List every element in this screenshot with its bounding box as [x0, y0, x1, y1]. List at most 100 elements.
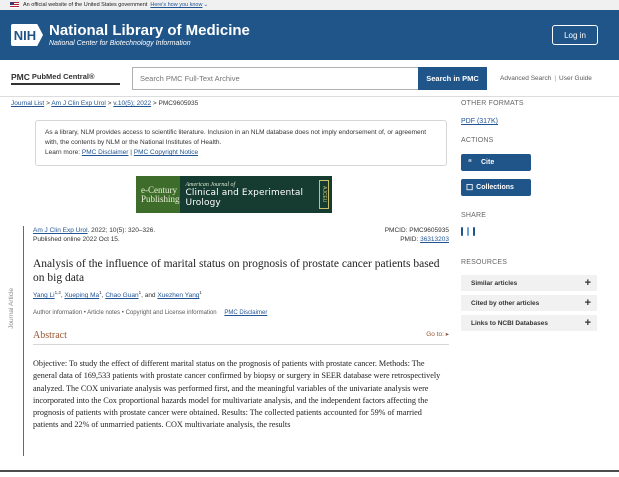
resources-heading: RESOURCES [461, 259, 508, 266]
published-row: Published online 2022 Oct 15. PMID: 3631… [33, 235, 449, 244]
gov-banner: An official website of the United States… [0, 0, 619, 10]
breadcrumb: Journal List > Am J Clin Exp Urol > v.10… [11, 98, 449, 110]
right-sidebar: OTHER FORMATS PDF (317K) ACTIONS “ Cite … [461, 100, 601, 331]
linkedin-icon[interactable] [473, 227, 475, 236]
pmc-copyright-link[interactable]: PMC Copyright Notice [134, 149, 198, 156]
nlm-disclaimer-box: As a library, NLM provides access to sci… [35, 120, 447, 166]
abstract-header: Abstract Go to: ▸ [33, 330, 449, 346]
plus-icon: + [584, 297, 591, 309]
nih-header: NIH National Library of Medicine Nationa… [0, 10, 619, 60]
pdf-link[interactable]: PDF (317K) [461, 118, 601, 125]
author-list: Yang Li1,2, Xueping Ma1, Chao Guan1, and… [33, 290, 202, 300]
heres-how-you-know-link[interactable]: Here's how you know [150, 2, 202, 8]
author-affiliation: 1 [199, 290, 202, 295]
resource-label: Similar articles [471, 279, 518, 287]
article-info-row: Author information • Article notes • Cop… [33, 310, 449, 316]
author-affiliation: 1 [138, 290, 142, 295]
ncbi-links-item[interactable]: Links to NCBI Databases + [461, 315, 597, 331]
quote-icon: “ [468, 158, 472, 167]
divider: | [130, 149, 132, 156]
bookmark-icon: ☐ [466, 183, 474, 192]
login-button[interactable]: Log in [552, 25, 598, 45]
breadcrumb-separator: > [46, 100, 50, 107]
search-links: Advanced Search | User Guide [500, 75, 592, 82]
author-link[interactable]: Xueping Ma [64, 292, 99, 299]
journal-link[interactable]: Am J Clin Exp Urol [33, 227, 88, 234]
cite-label: Cite [481, 159, 495, 166]
chevron-down-icon[interactable]: ⌄ [203, 2, 208, 8]
article-title: Analysis of the influence of marital sta… [33, 258, 440, 284]
pmc-logo-text: PubMed Central® [31, 72, 95, 81]
pmid-label: PMID: [400, 236, 421, 243]
abstract-text: Objective: To study the effect of differ… [33, 359, 441, 430]
breadcrumb-volume[interactable]: v.10(5); 2022 [113, 100, 151, 107]
ncbi-subtitle: National Center for Biotechnology Inform… [49, 39, 191, 47]
pmc-logo-badge: PMC [11, 71, 30, 82]
author-affiliation: 1 [99, 290, 102, 295]
journal-name-big: Clinical and Experimental Urology [185, 187, 304, 208]
pmc-disclaimer-link[interactable]: PMC Disclaimer [82, 149, 129, 156]
breadcrumb-current: PMC9605935 [158, 100, 199, 107]
window-bottom-edge [0, 470, 619, 472]
resource-label: Links to NCBI Databases [471, 319, 548, 327]
share-icons [461, 227, 601, 236]
publisher-logo-line2: Publishing [141, 193, 180, 204]
journal-abbrev-badge: AJCEU [319, 180, 329, 209]
pmc-search-bar: PMC PubMed Central® Search in PMC Advanc… [0, 60, 619, 97]
share-heading: SHARE [461, 212, 487, 219]
twitter-icon[interactable] [467, 227, 469, 236]
user-guide-link[interactable]: User Guide [559, 75, 592, 82]
collections-button[interactable]: ☐ Collections [461, 179, 531, 196]
journal-name: American Journal of Clinical and Experim… [180, 182, 332, 208]
similar-articles-item[interactable]: Similar articles + [461, 275, 597, 291]
citation: Am J Clin Exp Urol. 2022; 10(5): 320–326… [33, 226, 155, 235]
article-side-rule [23, 226, 24, 456]
pmid: PMID: 36313203 [400, 235, 449, 244]
plus-icon: + [584, 277, 591, 289]
goto-menu[interactable]: Go to: ▸ [426, 330, 449, 341]
journal-banner[interactable]: e-Century Publishing American Journal of… [136, 176, 332, 213]
publisher-logo: e-Century Publishing [136, 176, 180, 213]
author-and: and [144, 292, 156, 300]
resource-label: Cited by other articles [471, 299, 540, 307]
pmc-logo[interactable]: PMC PubMed Central® [11, 71, 120, 85]
us-flag-icon [10, 2, 19, 8]
breadcrumb-separator: > [107, 100, 112, 107]
gov-banner-text: An official website of the United States… [23, 2, 148, 8]
facebook-icon[interactable] [461, 227, 463, 236]
main-content: Journal List > Am J Clin Exp Urol > v.10… [8, 98, 449, 456]
collections-label: Collections [476, 184, 514, 191]
search-input[interactable] [132, 66, 418, 90]
actions-heading: ACTIONS [461, 137, 494, 144]
author-link[interactable]: Yang Li [33, 292, 55, 299]
citation-details: . 2022; 10(5): 320–326. [87, 227, 156, 234]
pmcid: PMCID: PMC9605935 [384, 227, 449, 234]
plus-icon: + [584, 317, 591, 329]
article-info-links[interactable]: Author information • Article notes • Cop… [33, 310, 217, 316]
author-link[interactable]: Chao Guan [105, 292, 138, 299]
breadcrumb-journal-list[interactable]: Journal List [11, 100, 44, 107]
search-button[interactable]: Search in PMC [418, 66, 487, 90]
published-date: Published online 2022 Oct 15. [33, 236, 120, 243]
nih-logo[interactable]: NIH [11, 24, 43, 46]
article-type-label: Journal Article [8, 288, 15, 329]
cited-by-item[interactable]: Cited by other articles + [461, 295, 597, 311]
cite-button[interactable]: “ Cite [461, 154, 531, 171]
citation-row: Am J Clin Exp Urol. 2022; 10(5): 320–326… [33, 226, 449, 235]
advanced-search-link[interactable]: Advanced Search [500, 75, 551, 82]
pmc-disclaimer-link[interactable]: PMC Disclaimer [224, 310, 267, 316]
pmid-link[interactable]: 36313203 [420, 236, 449, 243]
disclaimer-text: As a library, NLM provides access to sci… [45, 129, 427, 146]
breadcrumb-separator: > [152, 100, 157, 107]
breadcrumb-journal[interactable]: Am J Clin Exp Urol [51, 100, 106, 107]
article: Journal Article Am J Clin Exp Urol. 2022… [8, 226, 449, 456]
author-affiliation: 1,2 [54, 290, 61, 295]
learn-more-label: Learn more: [45, 149, 81, 156]
nlm-title: National Library of Medicine [49, 21, 250, 39]
abstract-heading: Abstract [33, 330, 67, 342]
disclaimer-learn-more: Learn more: PMC Disclaimer | PMC Copyrig… [45, 148, 437, 158]
nlm-branding[interactable]: National Library of Medicine National Ce… [49, 21, 250, 48]
author-link[interactable]: Xuezhen Yang [157, 292, 199, 299]
divider: | [554, 74, 557, 82]
other-formats-heading: OTHER FORMATS [461, 100, 524, 107]
